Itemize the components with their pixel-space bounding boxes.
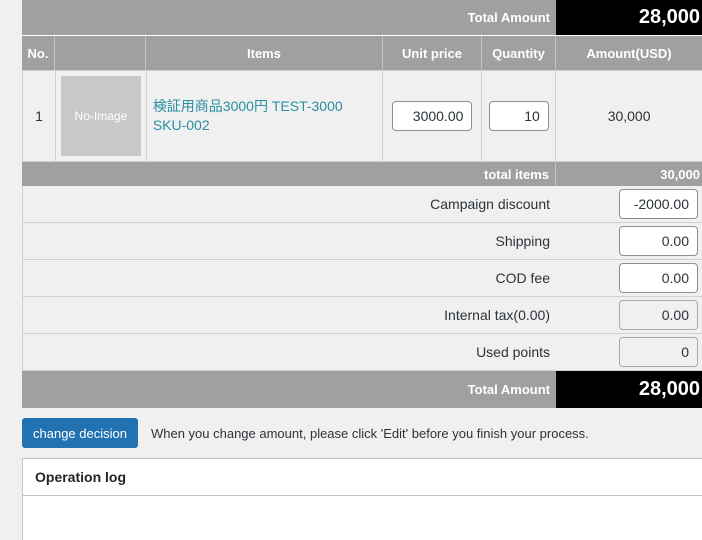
- used-points-row: Used points 0: [22, 334, 702, 371]
- item-number: 1: [23, 71, 56, 161]
- used-points-field: 0: [619, 337, 698, 367]
- action-row: change decision When you change amount, …: [22, 418, 589, 448]
- quantity-input[interactable]: 10: [488, 101, 549, 131]
- item-thumbnail: No-Image: [60, 76, 141, 156]
- cod-fee-label: COD fee: [495, 270, 550, 286]
- operation-log-title: Operation log: [23, 459, 702, 496]
- top-total-bar: Total Amount 28,000: [22, 0, 702, 35]
- internal-tax-field: 0.00: [619, 300, 698, 330]
- item-amount: 30,000: [607, 108, 651, 124]
- item-name-link[interactable]: 検証用商品3000円 TEST-3000 SKU-002: [153, 97, 377, 135]
- shipping-input[interactable]: 0.00: [619, 226, 698, 256]
- column-header-unit-price: Unit price: [383, 36, 482, 70]
- bottom-total-bar: Total Amount 28,000: [22, 371, 702, 408]
- column-header-image: [55, 36, 146, 70]
- subtotal-label: total items: [22, 162, 556, 186]
- subtotal-bar: total items 30,000: [22, 162, 702, 186]
- unit-price-input[interactable]: 3000.00: [392, 101, 473, 131]
- operation-log-panel: Operation log: [22, 458, 702, 540]
- change-decision-button[interactable]: change decision: [22, 418, 138, 448]
- table-row: 1 No-Image 検証用商品3000円 TEST-3000 SKU-002 …: [22, 71, 702, 162]
- cod-fee-row: COD fee 0.00: [22, 260, 702, 297]
- quantity-cell: 10: [482, 71, 557, 161]
- top-total-label: Total Amount: [467, 10, 550, 25]
- bottom-total-value: 28,000: [556, 371, 702, 408]
- campaign-discount-input[interactable]: -2000.00: [619, 189, 698, 219]
- column-header-no: No.: [22, 36, 55, 70]
- bottom-total-label: Total Amount: [467, 382, 550, 397]
- internal-tax-label: Internal tax(0.00): [444, 307, 550, 323]
- internal-tax-row: Internal tax(0.00) 0.00: [22, 297, 702, 334]
- column-header-quantity: Quantity: [482, 36, 556, 70]
- used-points-label: Used points: [476, 344, 550, 360]
- campaign-discount-label: Campaign discount: [430, 196, 550, 212]
- subtotal-value: 30,000: [660, 166, 700, 182]
- unit-price-cell: 3000.00: [383, 71, 483, 161]
- cod-fee-input[interactable]: 0.00: [619, 263, 698, 293]
- shipping-row: Shipping 0.00: [22, 223, 702, 260]
- top-total-value: 28,000: [556, 0, 702, 35]
- column-header-amount: Amount(USD): [586, 45, 672, 61]
- column-header-items: Items: [146, 36, 383, 70]
- item-image-cell: No-Image: [56, 71, 147, 161]
- edit-instruction-note: When you change amount, please click 'Ed…: [150, 425, 589, 441]
- item-name-cell: 検証用商品3000円 TEST-3000 SKU-002: [147, 71, 384, 161]
- shipping-label: Shipping: [495, 233, 551, 249]
- campaign-discount-row: Campaign discount -2000.00: [22, 186, 702, 223]
- order-items-table: Total Amount 28,000 No. Items Unit price…: [22, 0, 702, 408]
- table-header: No. Items Unit price Quantity Amount(USD…: [22, 35, 702, 71]
